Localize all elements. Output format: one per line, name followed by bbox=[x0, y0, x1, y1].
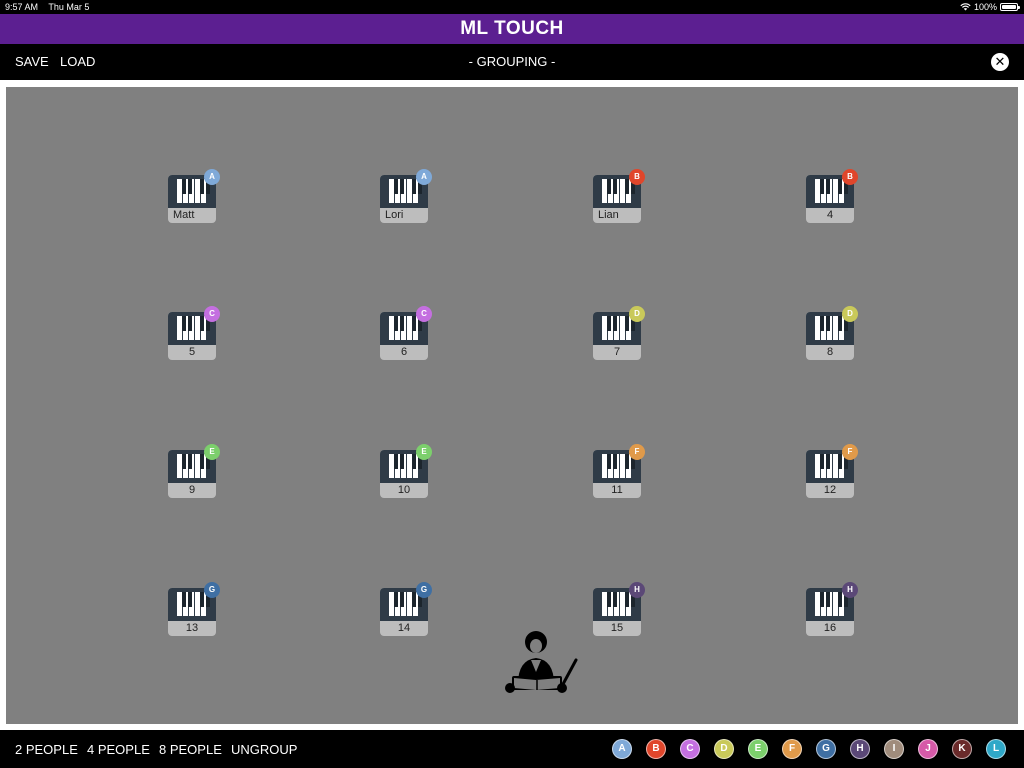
station-label: 7 bbox=[613, 346, 621, 358]
piano-station[interactable]: 15 H bbox=[593, 582, 645, 636]
piano-station[interactable]: 4B bbox=[806, 169, 858, 223]
station-label: 6 bbox=[400, 346, 408, 358]
station-label: 9 bbox=[188, 484, 196, 496]
group-selector: ABCDEFGHIJKL bbox=[612, 739, 1006, 759]
group-badge: F bbox=[629, 444, 645, 460]
station-label: 16 bbox=[823, 622, 837, 634]
piano-station[interactable]: 7D bbox=[593, 306, 645, 360]
mode-title: - GROUPING - bbox=[468, 54, 556, 69]
app-title: ML TOUCH bbox=[0, 14, 1024, 44]
status-bar: 9:57 AM Thu Mar 5 100% bbox=[0, 0, 1024, 14]
group-4-people-button[interactable]: 4 PEOPLE bbox=[87, 742, 150, 757]
piano-station[interactable]: 12 F bbox=[806, 444, 858, 498]
bottom-bar: 2 PEOPLE 4 PEOPLE 8 PEOPLE UNGROUP ABCDE… bbox=[0, 730, 1024, 768]
group-select-j[interactable]: J bbox=[918, 739, 938, 759]
status-time: 9:57 AM bbox=[5, 2, 39, 12]
close-icon: ✕ bbox=[994, 54, 1006, 69]
group-select-h[interactable]: H bbox=[850, 739, 870, 759]
piano-station[interactable]: 10 E bbox=[380, 444, 432, 498]
group-badge: B bbox=[629, 169, 645, 185]
piano-station[interactable]: Lian B bbox=[593, 169, 645, 223]
conductor-icon bbox=[505, 631, 578, 693]
toolbar: SAVE LOAD - GROUPING - ✕ bbox=[0, 44, 1024, 80]
group-select-a[interactable]: A bbox=[612, 739, 632, 759]
station-label: Matt bbox=[173, 209, 195, 221]
group-select-l[interactable]: L bbox=[986, 739, 1006, 759]
group-select-k[interactable]: K bbox=[952, 739, 972, 759]
group-select-c[interactable]: C bbox=[680, 739, 700, 759]
station-label: 5 bbox=[188, 346, 196, 358]
group-badge: C bbox=[416, 306, 432, 322]
station-label: 4 bbox=[826, 209, 834, 221]
stage-frame: Matt A Lori A Lian B 4 B 5 C 6 C 7 D 8 D 9 E 10 E 11 F 12 F 13 G 1… bbox=[0, 80, 1024, 730]
group-badge: A bbox=[204, 169, 220, 185]
station-label: Lori bbox=[385, 209, 404, 221]
group-select-d[interactable]: D bbox=[714, 739, 734, 759]
group-select-b[interactable]: B bbox=[646, 739, 666, 759]
group-badge: F bbox=[842, 444, 858, 460]
load-button[interactable]: LOAD bbox=[60, 54, 95, 69]
classroom-stage: Matt A Lori A Lian B 4 B 5 C 6 C 7 D 8 D 9 E 10 E 11 F 12 F 13 G 1… bbox=[6, 87, 1018, 724]
group-badge: A bbox=[416, 169, 432, 185]
piano-station[interactable]: 6C bbox=[380, 306, 432, 360]
station-label: 11 bbox=[611, 484, 623, 496]
station-label: 8 bbox=[826, 346, 834, 358]
group-badge: H bbox=[842, 582, 858, 598]
group-8-people-button[interactable]: 8 PEOPLE bbox=[159, 742, 222, 757]
group-badge: B bbox=[842, 169, 858, 185]
status-date: Thu Mar 5 bbox=[48, 2, 90, 12]
group-select-f[interactable]: F bbox=[782, 739, 802, 759]
piano-station[interactable]: 16 H bbox=[806, 582, 858, 636]
group-badge: E bbox=[204, 444, 220, 460]
wifi-icon bbox=[960, 3, 971, 11]
group-select-i[interactable]: I bbox=[884, 739, 904, 759]
piano-station[interactable]: 9E bbox=[168, 444, 220, 498]
battery-percent: 100% bbox=[973, 2, 997, 12]
piano-station[interactable]: 11 F bbox=[593, 444, 645, 498]
ungroup-button[interactable]: UNGROUP bbox=[231, 742, 297, 757]
group-select-g[interactable]: G bbox=[816, 739, 836, 759]
group-select-e[interactable]: E bbox=[748, 739, 768, 759]
group-badge: G bbox=[204, 582, 220, 598]
station-label: 14 bbox=[397, 622, 411, 634]
piano-station[interactable]: 13 G bbox=[168, 582, 220, 636]
station-label: 10 bbox=[397, 484, 411, 496]
station-label: 15 bbox=[610, 622, 624, 634]
group-badge: H bbox=[629, 582, 645, 598]
piano-station[interactable]: Lori A bbox=[380, 169, 432, 223]
station-label: 13 bbox=[185, 622, 199, 634]
save-button[interactable]: SAVE bbox=[15, 54, 49, 69]
close-button[interactable]: ✕ bbox=[991, 53, 1009, 71]
piano-station[interactable]: 14 G bbox=[380, 582, 432, 636]
group-badge: G bbox=[416, 582, 432, 598]
station-label: Lian bbox=[598, 209, 619, 221]
group-badge: E bbox=[416, 444, 432, 460]
piano-station[interactable]: 5C bbox=[168, 306, 220, 360]
group-badge: C bbox=[204, 306, 220, 322]
battery-icon bbox=[1000, 3, 1020, 11]
piano-station[interactable]: Matt A bbox=[168, 169, 220, 223]
piano-station[interactable]: 8D bbox=[806, 306, 858, 360]
group-badge: D bbox=[842, 306, 858, 322]
station-label: 12 bbox=[823, 484, 837, 496]
group-2-people-button[interactable]: 2 PEOPLE bbox=[15, 742, 78, 757]
group-badge: D bbox=[629, 306, 645, 322]
